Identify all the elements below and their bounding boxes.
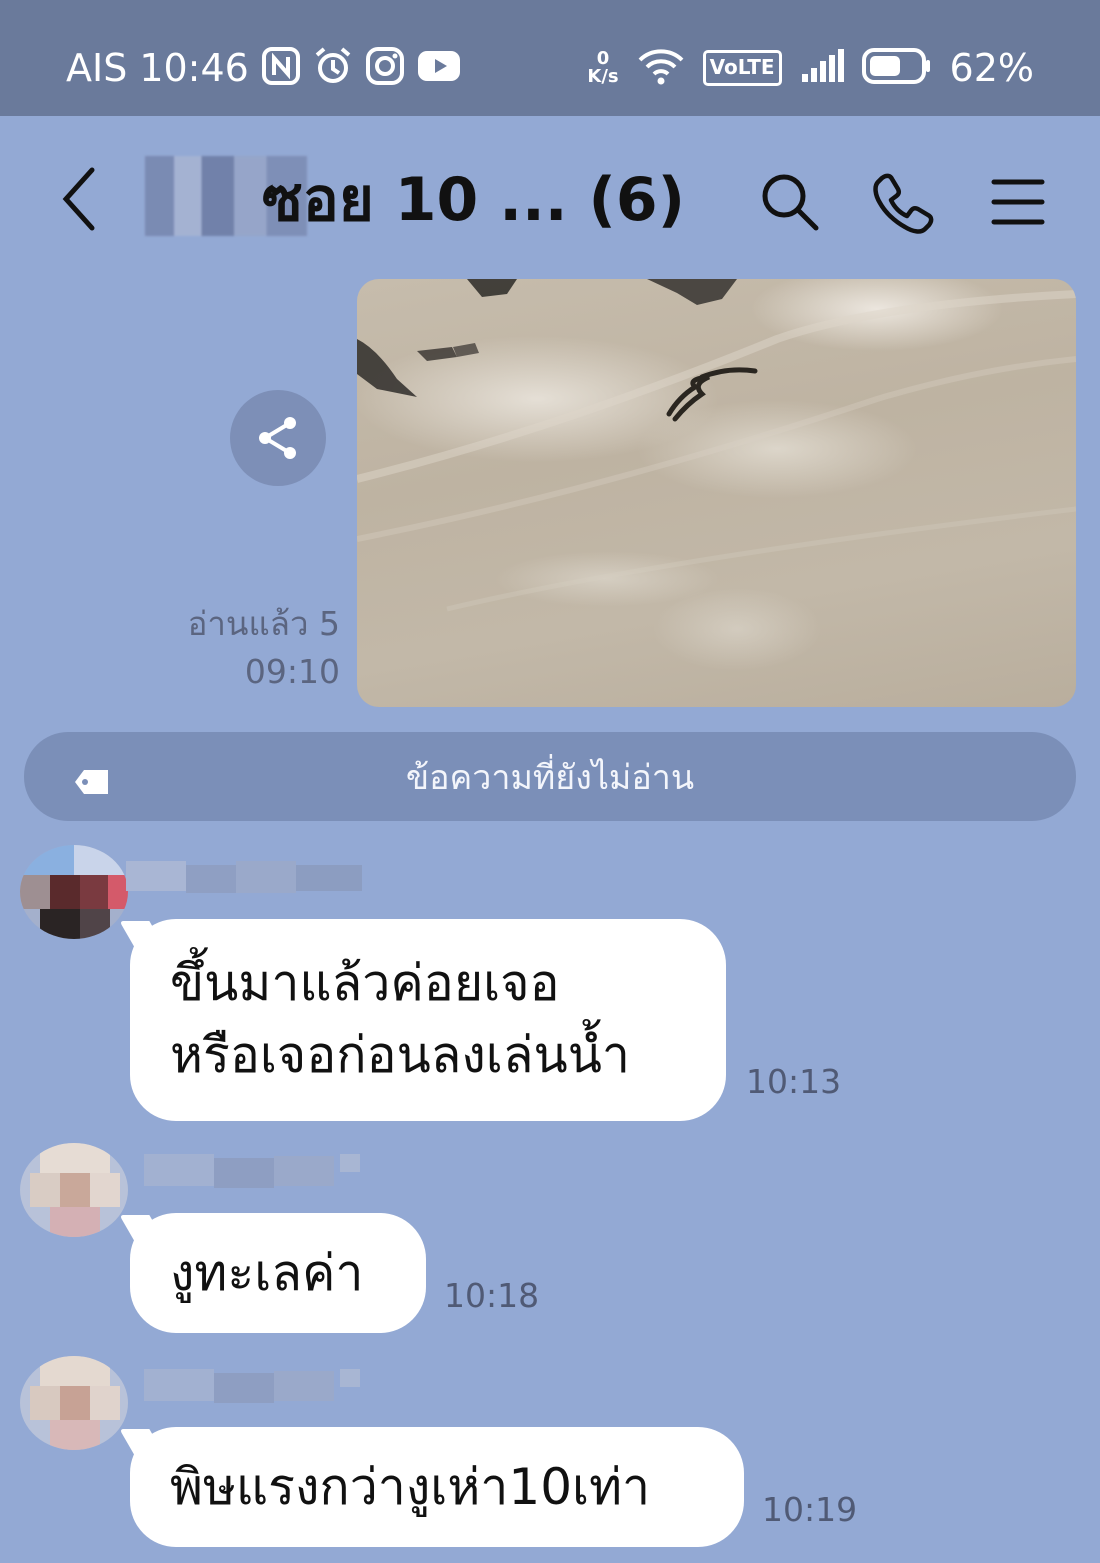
message-time: 10:18 [444,1276,540,1315]
message-time: 10:13 [746,1062,842,1101]
network-speed: 0 K/s [587,48,619,87]
battery-icon [861,47,932,89]
beach-photo[interactable] [357,279,1076,707]
menu-button[interactable] [986,170,1050,234]
carrier-label: AIS [66,46,128,90]
call-button[interactable] [872,170,936,234]
message-time: 10:19 [762,1490,858,1529]
sender-name-redacted [126,855,362,899]
photo-content [357,279,1076,612]
tag-icon [74,764,110,804]
image-time: 09:10 [244,652,340,691]
chat-title[interactable]: ซอย 10 ... (6) [262,164,685,236]
back-icon [62,167,95,231]
phone-icon [873,173,934,234]
message-bubble[interactable]: พิษแรงกว่างูเห่า10เท่า [130,1427,744,1547]
share-button[interactable] [230,390,326,486]
chat-header: ซอย 10 ... (6) [0,116,1100,280]
message-text-line: ขึ้นมาแล้วค่อยเจอ [170,954,560,1012]
wifi-icon [637,46,685,90]
read-status: อ่านแล้ว 5 [187,604,340,643]
volte-badge: VoLTE [702,50,782,86]
alarm-icon [313,46,353,90]
youtube-icon [417,49,461,87]
instagram-icon [365,46,405,90]
unread-divider: ข้อความที่ยังไม่อ่าน [24,732,1076,821]
message-text-line: งูทะเลค่า [170,1244,364,1302]
message-text-line: หรือเจอก่อนลงเล่นน้ำ [170,1026,630,1084]
read-receipt: อ่านแล้ว 5 09:10 [188,600,340,696]
message-bubble[interactable]: งูทะเลค่า [130,1213,426,1333]
nfc-icon [261,46,301,90]
message-bubble[interactable]: ขึ้นมาแล้วค่อยเจอ หรือเจอก่อนลงเล่นน้ำ [130,919,726,1121]
avatar[interactable] [20,1143,128,1237]
message-text-line: พิษแรงกว่างูเห่า10เท่า [170,1458,651,1516]
battery-percent: 62% [949,46,1034,90]
share-icon [259,417,296,459]
status-bar: AIS 10:46 0 K/s VoLTE 62% [0,0,1100,116]
unread-label: ข้อความที่ยังไม่อ่าน [405,757,695,798]
avatar[interactable] [20,845,128,939]
back-button[interactable] [52,164,112,234]
menu-icon [991,179,1045,225]
signal-icon [800,48,844,88]
avatar[interactable] [20,1356,128,1450]
search-icon [762,174,819,231]
sender-name-redacted [126,1150,360,1194]
sender-name-redacted [126,1365,360,1409]
status-time: 10:46 [139,46,249,90]
search-button[interactable] [758,170,822,234]
